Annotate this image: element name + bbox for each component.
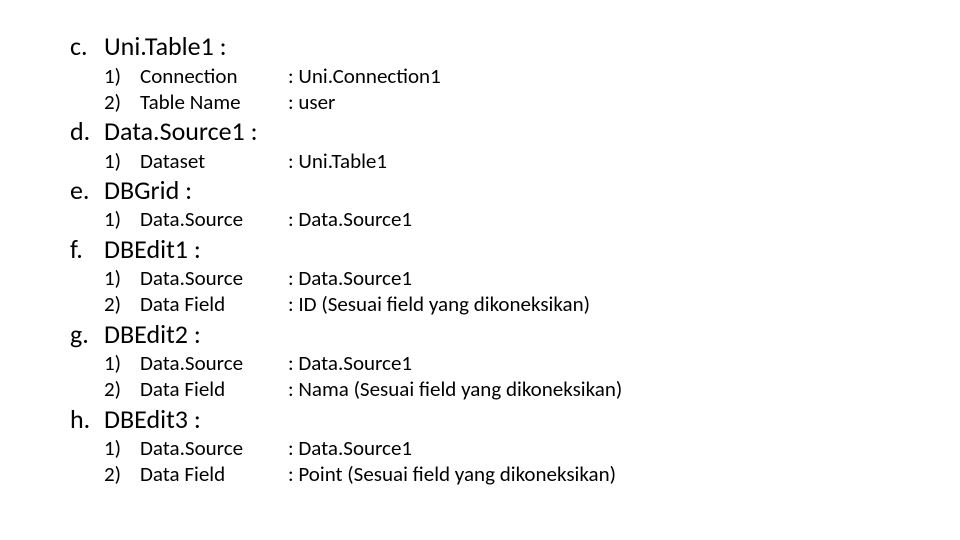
property-value: : ID (Sesuai field yang dikoneksikan) (288, 291, 590, 317)
section-letter: d. (70, 115, 104, 148)
section-letter: h. (70, 403, 104, 436)
property-number: 2) (104, 89, 140, 115)
property-row: 2)Data Field: Nama (Sesuai field yang di… (104, 376, 890, 402)
property-row: 1)Data.Source: Data.Source1 (104, 435, 890, 461)
section-letter: g. (70, 318, 104, 351)
property-label: Dataset (140, 148, 288, 174)
property-number: 2) (104, 376, 140, 402)
section-title: Data.Source1 : (104, 115, 258, 148)
property-label: Data Field (140, 291, 288, 317)
property-row: 2)Data Field: Point (Sesuai field yang d… (104, 461, 890, 487)
property-value: : user (288, 89, 335, 115)
section-title: DBEdit3 : (104, 403, 201, 436)
property-value: : Uni.Connection1 (288, 63, 441, 89)
section-title: DBEdit1 : (104, 233, 201, 266)
section-title: Uni.Table1 : (104, 30, 227, 63)
property-label: Data.Source (140, 265, 288, 291)
property-value: : Data.Source1 (288, 206, 412, 232)
property-label: Data Field (140, 376, 288, 402)
section-heading: h.DBEdit3 : (70, 403, 890, 436)
property-number: 1) (104, 350, 140, 376)
property-row: 1)Dataset: Uni.Table1 (104, 148, 890, 174)
section-heading: e.DBGrid : (70, 174, 890, 207)
property-label: Data.Source (140, 350, 288, 376)
section-heading: c.Uni.Table1 : (70, 30, 890, 63)
document-body: c.Uni.Table1 :1)Connection: Uni.Connecti… (70, 30, 890, 488)
property-label: Data Field (140, 461, 288, 487)
property-number: 1) (104, 265, 140, 291)
property-row: 2)Data Field: ID (Sesuai field yang diko… (104, 291, 890, 317)
property-value: : Nama (Sesuai field yang dikoneksikan) (288, 376, 622, 402)
property-row: 1)Data.Source: Data.Source1 (104, 265, 890, 291)
section-heading: d.Data.Source1 : (70, 115, 890, 148)
property-label: Connection (140, 63, 288, 89)
property-label: Data.Source (140, 435, 288, 461)
property-row: 1)Data.Source: Data.Source1 (104, 206, 890, 232)
section-heading: f.DBEdit1 : (70, 233, 890, 266)
property-value: : Data.Source1 (288, 350, 412, 376)
property-label: Table Name (140, 89, 288, 115)
property-number: 2) (104, 461, 140, 487)
section-heading: g.DBEdit2 : (70, 318, 890, 351)
property-row: 1)Data.Source: Data.Source1 (104, 350, 890, 376)
property-row: 1)Connection: Uni.Connection1 (104, 63, 890, 89)
section-letter: e. (70, 174, 104, 207)
property-label: Data.Source (140, 206, 288, 232)
section-letter: f. (70, 233, 104, 266)
property-number: 2) (104, 291, 140, 317)
property-row: 2)Table Name: user (104, 89, 890, 115)
property-number: 1) (104, 206, 140, 232)
property-value: : Data.Source1 (288, 435, 412, 461)
property-value: : Data.Source1 (288, 265, 412, 291)
property-value: : Uni.Table1 (288, 148, 387, 174)
property-value: : Point (Sesuai field yang dikoneksikan) (288, 461, 616, 487)
section-title: DBGrid : (104, 174, 192, 207)
property-number: 1) (104, 435, 140, 461)
section-title: DBEdit2 : (104, 318, 201, 351)
property-number: 1) (104, 63, 140, 89)
section-letter: c. (70, 30, 104, 63)
property-number: 1) (104, 148, 140, 174)
